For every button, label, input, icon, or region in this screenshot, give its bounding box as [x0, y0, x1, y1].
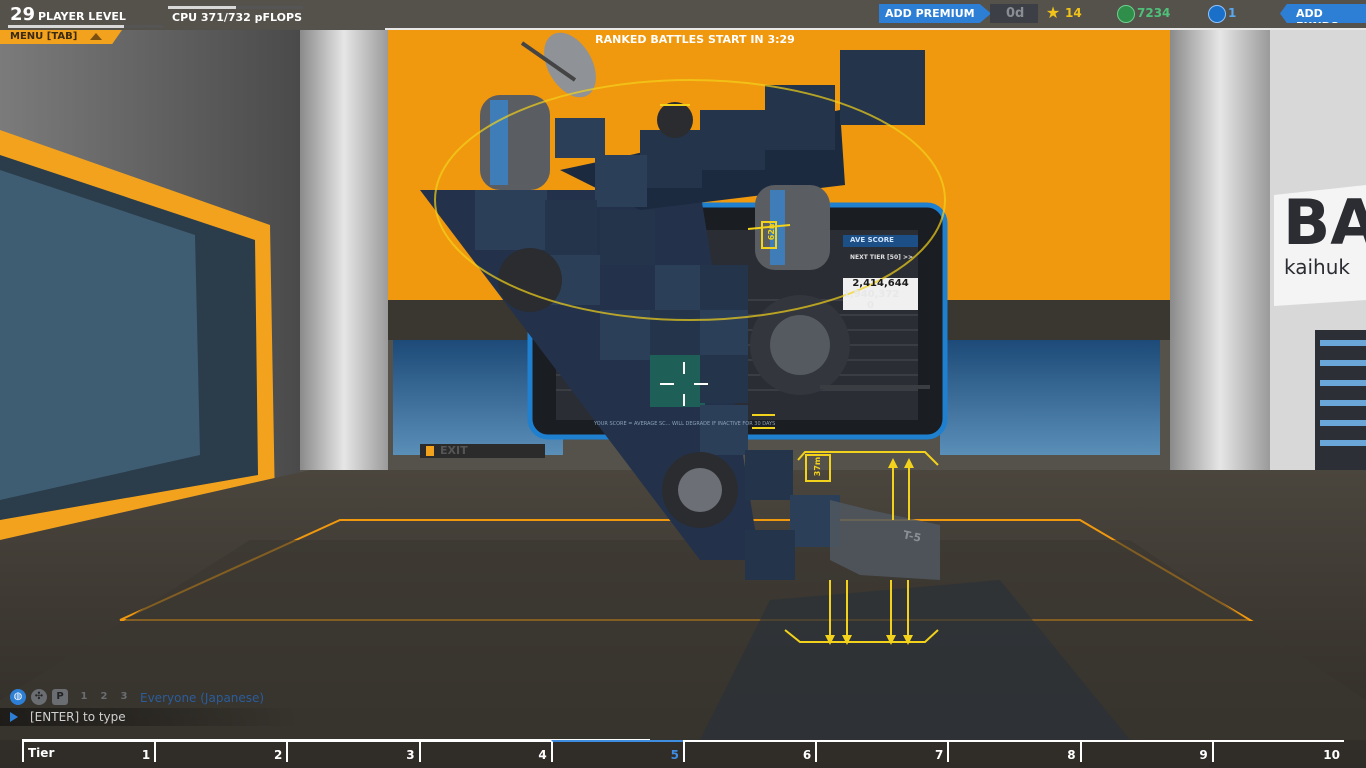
chat-tab-party[interactable]: P	[52, 689, 68, 705]
garage-background	[0, 0, 1366, 768]
tier-number: 8	[1067, 748, 1076, 762]
galaxy-coins-counter[interactable]: 1	[1208, 4, 1258, 23]
player-level-label: PLAYER LEVEL	[38, 10, 126, 23]
chat-input-placeholder: [ENTER] to type	[30, 710, 126, 724]
tier-progress-bar: Tier 1 2 3 4 5 6 7 8 9 10	[22, 739, 1344, 768]
tier-segment-7: 7	[815, 740, 948, 762]
ranked-battles-timer: RANKED BATTLES START IN 3:29	[595, 33, 795, 46]
dimension-label-1: 62m	[767, 220, 777, 241]
tier-number: 2	[274, 748, 283, 762]
screen-next-tier: NEXT TIER [50] >>	[850, 254, 914, 261]
stars-value: 14	[1065, 6, 1082, 20]
chat-tab-1[interactable]: 1	[76, 689, 92, 705]
clan-icon[interactable]: ✣	[31, 689, 47, 705]
tier-number: 10	[1323, 748, 1340, 762]
tier-segment-6: 6	[683, 740, 816, 762]
chat-channel-label: Everyone (Japanese)	[140, 691, 265, 705]
garage-scene: AVE SCORE NEXT TIER [50] >> 2,414,644 1,…	[0, 0, 1366, 768]
screen-footer: YOUR SCORE = AVERAGE SC... WILL DEGRADE …	[594, 421, 776, 427]
galaxy-coin-icon	[1208, 5, 1226, 23]
dimension-label-2: 37m	[813, 456, 823, 477]
player-level-number: 29	[10, 4, 36, 25]
add-premium-button[interactable]: ADD PREMIUM	[879, 4, 991, 23]
tier-number: 9	[1199, 748, 1208, 762]
tier-segment-2: 2	[154, 740, 287, 762]
player-level-progress	[8, 25, 163, 28]
screen-score-3: 0	[867, 300, 874, 311]
exit-label: EXIT	[440, 444, 468, 457]
tier-number: 7	[935, 748, 944, 762]
add-funds-button[interactable]: ADD FUNDS	[1280, 4, 1366, 23]
chat-tab-2[interactable]: 2	[96, 689, 112, 705]
tier-segment-10: 10	[1211, 740, 1344, 762]
screen-header: AVE SCORE	[850, 236, 894, 244]
globe-icon[interactable]: ◍	[10, 689, 26, 705]
robits-value: 7234	[1137, 6, 1171, 20]
top-divider	[385, 28, 1366, 30]
chat-tab-3[interactable]: 3	[116, 689, 132, 705]
tier-segment-9: 9	[1079, 740, 1212, 762]
tier-segment-8: 8	[947, 740, 1080, 762]
tier-number: 5	[670, 748, 679, 762]
menu-tab-label: MENU [TAB]	[10, 31, 78, 42]
tier-segment-4: 4	[418, 740, 551, 762]
cpu-bar-fill	[168, 6, 237, 9]
tier-number: 4	[538, 748, 547, 762]
tier-number: 6	[802, 748, 812, 762]
add-premium-label: ADD PREMIUM	[885, 7, 975, 20]
screen-score-1: 2,414,644	[852, 278, 909, 289]
robits-icon	[1117, 5, 1135, 23]
top-hud: 29 PLAYER LEVEL CPU 371/732 pFLOPS ADD P…	[0, 0, 1366, 30]
chevron-up-icon	[90, 33, 102, 40]
cpu-bar	[168, 6, 303, 9]
wall-sign-text: BA	[1283, 186, 1366, 259]
stars-counter[interactable]: ★ 14	[1045, 4, 1105, 23]
tier-segment-5: 5	[550, 740, 683, 762]
cpu-label: CPU 371/732 pFLOPS	[172, 11, 303, 24]
galaxy-coins-value: 1	[1228, 6, 1237, 20]
premium-days: 0d	[990, 4, 1038, 23]
robits-counter[interactable]: 7234	[1117, 4, 1197, 23]
menu-tab-button[interactable]: MENU [TAB]	[0, 30, 122, 44]
chat-input[interactable]: [ENTER] to type	[0, 708, 300, 726]
premium-days-value: 0d	[1006, 6, 1025, 21]
tier-segment-1: 1	[22, 740, 155, 762]
screen-score-2: 1,940,372	[843, 289, 900, 300]
tier-number: 1	[141, 748, 151, 762]
star-icon: ★	[1045, 3, 1061, 22]
play-arrow-icon	[10, 712, 18, 722]
tier-number: 3	[406, 748, 415, 762]
tier-segment-3: 3	[286, 740, 419, 762]
player-level-progress-fill	[8, 25, 125, 28]
wall-sign-subtext: kaihuk	[1284, 255, 1350, 279]
